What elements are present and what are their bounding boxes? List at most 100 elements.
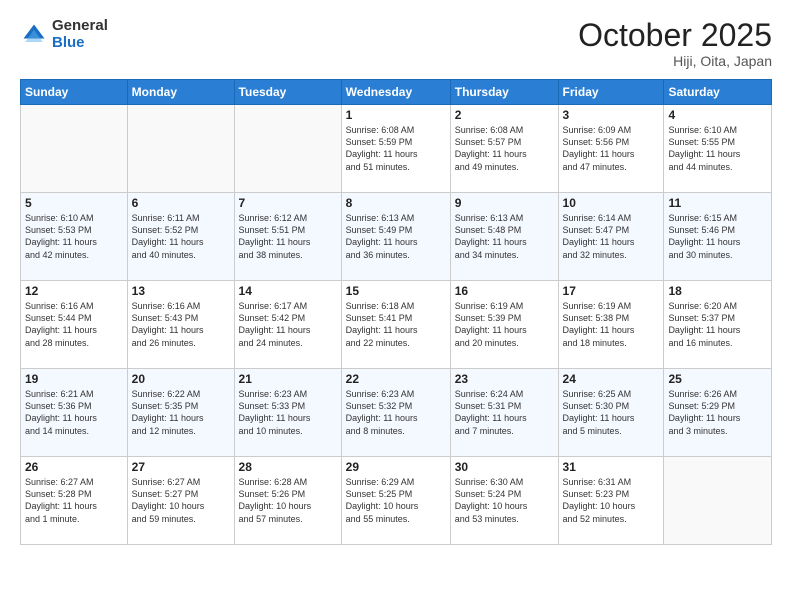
day-number: 24 (563, 372, 660, 386)
day-number: 3 (563, 108, 660, 122)
day-info: Sunrise: 6:16 AM Sunset: 5:44 PM Dayligh… (25, 300, 123, 349)
day-info: Sunrise: 6:13 AM Sunset: 5:49 PM Dayligh… (346, 212, 446, 261)
calendar-cell: 19Sunrise: 6:21 AM Sunset: 5:36 PM Dayli… (21, 369, 128, 457)
calendar-cell: 12Sunrise: 6:16 AM Sunset: 5:44 PM Dayli… (21, 281, 128, 369)
calendar-cell: 26 Sunrise: 6:27 AM Sunset: 5:28 PM Dayli… (21, 457, 128, 545)
calendar-cell: 3 Sunrise: 6:09 AM Sunset: 5:56 PM Daylig… (558, 105, 664, 193)
day-number: 9 (455, 196, 554, 210)
day-info: Sunrise: 6:19 AM Sunset: 5:38 PM Dayligh… (563, 300, 660, 349)
calendar-cell: 15 Sunrise: 6:18 AM Sunset: 5:41 PM Dayli… (341, 281, 450, 369)
day-info: Sunrise: 6:08 AM Sunset: 5:57 PM Dayligh… (455, 124, 554, 173)
day-number: 23 (455, 372, 554, 386)
calendar-cell: 18 Sunrise: 6:20 AM Sunset: 5:37 PM Dayli… (664, 281, 772, 369)
day-info: Sunrise: 6:17 AM Sunset: 5:42 PM Dayligh… (239, 300, 337, 349)
calendar-cell: 17 Sunrise: 6:19 AM Sunset: 5:38 PM Dayli… (558, 281, 664, 369)
day-info: Sunrise: 6:27 AM Sunset: 5:28 PM Dayligh… (25, 476, 123, 525)
day-number: 13 (132, 284, 230, 298)
calendar-cell: 27Sunrise: 6:27 AM Sunset: 5:27 PM Dayli… (127, 457, 234, 545)
calendar-cell: 24 Sunrise: 6:25 AM Sunset: 5:30 PM Dayli… (558, 369, 664, 457)
calendar-week-row: 1 Sunrise: 6:08 AM Sunset: 5:59 PM Daylig… (21, 105, 772, 193)
day-info: Sunrise: 6:26 AM Sunset: 5:29 PM Dayligh… (668, 388, 767, 437)
day-number: 11 (668, 196, 767, 210)
calendar-cell: 29 Sunrise: 6:29 AM Sunset: 5:25 PM Dayli… (341, 457, 450, 545)
calendar-week-row: 5Sunrise: 6:10 AM Sunset: 5:53 PM Daylig… (21, 193, 772, 281)
day-number: 6 (132, 196, 230, 210)
day-number: 17 (563, 284, 660, 298)
calendar-cell (234, 105, 341, 193)
day-number: 15 (346, 284, 446, 298)
logo-general: General (52, 18, 108, 35)
day-info: Sunrise: 6:16 AM Sunset: 5:43 PM Dayligh… (132, 300, 230, 349)
day-number: 31 (563, 460, 660, 474)
calendar-week-row: 19Sunrise: 6:21 AM Sunset: 5:36 PM Dayli… (21, 369, 772, 457)
location-subtitle: Hiji, Oita, Japan (578, 53, 772, 69)
day-info: Sunrise: 6:23 AM Sunset: 5:33 PM Dayligh… (239, 388, 337, 437)
col-header-thursday: Thursday (450, 80, 558, 105)
day-info: Sunrise: 6:21 AM Sunset: 5:36 PM Dayligh… (25, 388, 123, 437)
calendar-week-row: 12Sunrise: 6:16 AM Sunset: 5:44 PM Dayli… (21, 281, 772, 369)
day-info: Sunrise: 6:10 AM Sunset: 5:53 PM Dayligh… (25, 212, 123, 261)
day-info: Sunrise: 6:18 AM Sunset: 5:41 PM Dayligh… (346, 300, 446, 349)
day-info: Sunrise: 6:11 AM Sunset: 5:52 PM Dayligh… (132, 212, 230, 261)
calendar-cell: 31 Sunrise: 6:31 AM Sunset: 5:23 PM Dayli… (558, 457, 664, 545)
col-header-friday: Friday (558, 80, 664, 105)
day-info: Sunrise: 6:20 AM Sunset: 5:37 PM Dayligh… (668, 300, 767, 349)
calendar-cell (664, 457, 772, 545)
day-info: Sunrise: 6:19 AM Sunset: 5:39 PM Dayligh… (455, 300, 554, 349)
calendar-cell: 1 Sunrise: 6:08 AM Sunset: 5:59 PM Daylig… (341, 105, 450, 193)
col-header-sunday: Sunday (21, 80, 128, 105)
col-header-wednesday: Wednesday (341, 80, 450, 105)
calendar-cell: 8 Sunrise: 6:13 AM Sunset: 5:49 PM Daylig… (341, 193, 450, 281)
calendar-cell: 28 Sunrise: 6:28 AM Sunset: 5:26 PM Dayli… (234, 457, 341, 545)
calendar-cell: 25Sunrise: 6:26 AM Sunset: 5:29 PM Dayli… (664, 369, 772, 457)
calendar-week-row: 26 Sunrise: 6:27 AM Sunset: 5:28 PM Dayli… (21, 457, 772, 545)
day-number: 4 (668, 108, 767, 122)
calendar-cell: 22Sunrise: 6:23 AM Sunset: 5:32 PM Dayli… (341, 369, 450, 457)
day-number: 30 (455, 460, 554, 474)
day-number: 1 (346, 108, 446, 122)
logo-text: General Blue (52, 18, 108, 51)
title-block: October 2025 Hiji, Oita, Japan (578, 18, 772, 69)
calendar-cell: 14 Sunrise: 6:17 AM Sunset: 5:42 PM Dayli… (234, 281, 341, 369)
calendar-cell: 10Sunrise: 6:14 AM Sunset: 5:47 PM Dayli… (558, 193, 664, 281)
day-number: 2 (455, 108, 554, 122)
col-header-saturday: Saturday (664, 80, 772, 105)
day-info: Sunrise: 6:23 AM Sunset: 5:32 PM Dayligh… (346, 388, 446, 437)
day-number: 26 (25, 460, 123, 474)
day-number: 21 (239, 372, 337, 386)
day-info: Sunrise: 6:15 AM Sunset: 5:46 PM Dayligh… (668, 212, 767, 261)
col-header-tuesday: Tuesday (234, 80, 341, 105)
day-info: Sunrise: 6:28 AM Sunset: 5:26 PM Dayligh… (239, 476, 337, 525)
logo-icon (20, 21, 48, 49)
calendar-cell: 30Sunrise: 6:30 AM Sunset: 5:24 PM Dayli… (450, 457, 558, 545)
day-number: 7 (239, 196, 337, 210)
day-info: Sunrise: 6:08 AM Sunset: 5:59 PM Dayligh… (346, 124, 446, 173)
calendar-cell: 6 Sunrise: 6:11 AM Sunset: 5:52 PM Daylig… (127, 193, 234, 281)
day-info: Sunrise: 6:24 AM Sunset: 5:31 PM Dayligh… (455, 388, 554, 437)
day-info: Sunrise: 6:12 AM Sunset: 5:51 PM Dayligh… (239, 212, 337, 261)
calendar-cell: 5Sunrise: 6:10 AM Sunset: 5:53 PM Daylig… (21, 193, 128, 281)
calendar-table: SundayMondayTuesdayWednesdayThursdayFrid… (20, 79, 772, 545)
day-info: Sunrise: 6:29 AM Sunset: 5:25 PM Dayligh… (346, 476, 446, 525)
calendar-cell: 20Sunrise: 6:22 AM Sunset: 5:35 PM Dayli… (127, 369, 234, 457)
day-number: 10 (563, 196, 660, 210)
calendar-cell (21, 105, 128, 193)
day-number: 14 (239, 284, 337, 298)
month-title: October 2025 (578, 18, 772, 53)
day-number: 18 (668, 284, 767, 298)
day-info: Sunrise: 6:25 AM Sunset: 5:30 PM Dayligh… (563, 388, 660, 437)
calendar-cell: 2 Sunrise: 6:08 AM Sunset: 5:57 PM Daylig… (450, 105, 558, 193)
logo: General Blue (20, 18, 108, 51)
day-info: Sunrise: 6:10 AM Sunset: 5:55 PM Dayligh… (668, 124, 767, 173)
day-number: 27 (132, 460, 230, 474)
day-info: Sunrise: 6:31 AM Sunset: 5:23 PM Dayligh… (563, 476, 660, 525)
day-number: 28 (239, 460, 337, 474)
col-header-monday: Monday (127, 80, 234, 105)
day-info: Sunrise: 6:09 AM Sunset: 5:56 PM Dayligh… (563, 124, 660, 173)
day-number: 29 (346, 460, 446, 474)
day-number: 8 (346, 196, 446, 210)
page: General Blue October 2025 Hiji, Oita, Ja… (0, 0, 792, 612)
header: General Blue October 2025 Hiji, Oita, Ja… (20, 18, 772, 69)
calendar-header-row: SundayMondayTuesdayWednesdayThursdayFrid… (21, 80, 772, 105)
calendar-cell: 9Sunrise: 6:13 AM Sunset: 5:48 PM Daylig… (450, 193, 558, 281)
